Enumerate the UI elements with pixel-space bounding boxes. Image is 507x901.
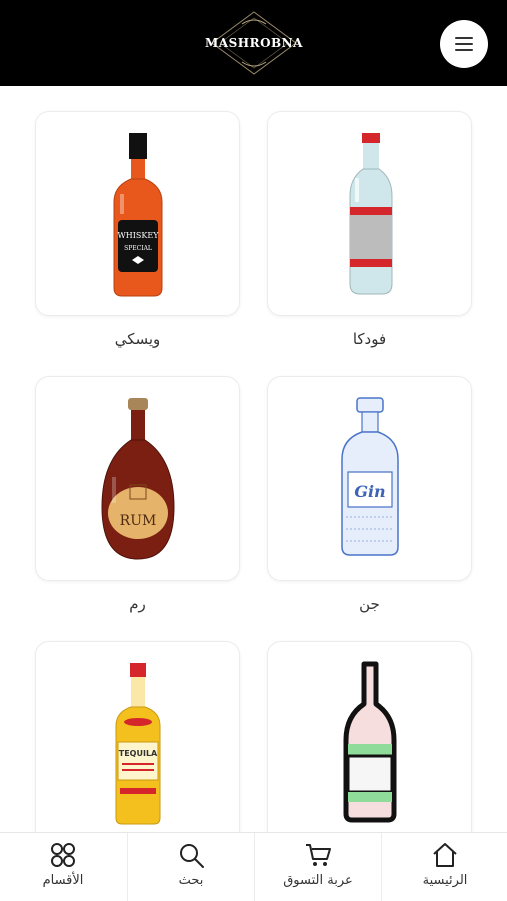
brand-logo[interactable]: MASHROBNA <box>204 10 304 76</box>
category-image-box: WHISKEY SPECIAL <box>35 111 240 316</box>
gin-bottle-text: Gin <box>354 482 385 501</box>
category-card-tequila[interactable]: TEQUILA <box>35 641 240 832</box>
category-card-whiskey[interactable]: WHISKEY SPECIAL ويسكي <box>35 111 240 348</box>
category-card-vodka[interactable]: فودكا <box>267 111 472 348</box>
bottom-navigation: الأقسام بحث عربة التسوق الرئيسية <box>0 832 507 901</box>
whiskey-bottle-icon: WHISKEY SPECIAL <box>113 133 163 297</box>
nav-item-cart[interactable]: عربة التسوق <box>254 833 380 901</box>
nav-label: عربة التسوق <box>283 873 353 888</box>
whiskey-bottle-subtext: SPECIAL <box>124 245 152 252</box>
hamburger-icon <box>455 37 473 39</box>
app-header: MASHROBNA <box>0 0 507 86</box>
search-icon <box>180 844 204 868</box>
category-card-green-bottle[interactable] <box>267 641 472 832</box>
hamburger-icon-line-2 <box>455 43 473 45</box>
category-image-box: TEQUILA <box>35 641 240 832</box>
category-label: رم <box>129 595 146 613</box>
nav-label: الأقسام <box>42 873 84 888</box>
nav-label: بحث <box>178 873 204 888</box>
nav-item-home[interactable]: الرئيسية <box>381 833 507 901</box>
rum-bottle-text: RUM <box>120 513 157 529</box>
nav-label: الرئيسية <box>422 873 468 888</box>
category-card-gin[interactable]: Gin جن <box>267 376 472 613</box>
vodka-bottle-icon <box>349 133 393 295</box>
nav-item-search[interactable]: بحث <box>127 833 253 901</box>
whiskey-bottle-text: WHISKEY <box>118 231 160 240</box>
category-image-box <box>267 111 472 316</box>
logo-text: MASHROBNA <box>205 36 303 50</box>
category-card-rum[interactable]: RUM رم <box>35 376 240 613</box>
gin-bottle-icon: Gin <box>341 397 399 556</box>
category-label: جن <box>359 595 380 613</box>
category-label: ويسكي <box>114 330 161 348</box>
rum-bottle-icon: RUM <box>101 398 175 560</box>
cart-icon <box>306 844 331 866</box>
nav-item-categories[interactable]: الأقسام <box>0 833 126 901</box>
category-image-box: RUM <box>35 376 240 581</box>
category-grid: فودكا WHISKEY SPECIAL ويسكي Gin جن RUM ر… <box>0 86 507 832</box>
tequila-bottle-text: TEQUILA <box>119 749 158 758</box>
hamburger-icon-line-3 <box>455 49 473 51</box>
tequila-bottle-icon: TEQUILA <box>115 663 161 825</box>
home-icon <box>433 843 457 867</box>
green-label-bottle-icon <box>343 661 397 823</box>
category-image-box: Gin <box>267 376 472 581</box>
category-label: فودكا <box>352 330 387 348</box>
category-image-box <box>267 641 472 832</box>
menu-button[interactable] <box>440 20 488 68</box>
grid-icon <box>51 843 75 867</box>
